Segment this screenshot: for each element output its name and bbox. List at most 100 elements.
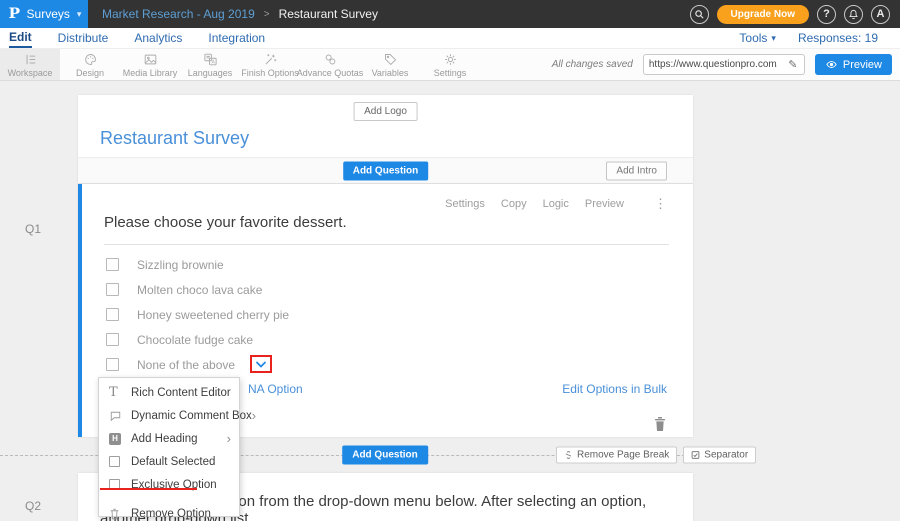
question-actions: Settings Copy Logic Preview ⋮ [445, 196, 667, 212]
toolbar-right: All changes saved ✎ Preview [552, 49, 892, 80]
settings-icon [442, 52, 459, 67]
option-checkbox[interactable] [106, 358, 119, 371]
top-bar: P Surveys ▾ Market Research - Aug 2019 >… [0, 0, 900, 28]
questionpro-logo-icon: P [8, 6, 20, 22]
upgrade-now-button[interactable]: Upgrade Now [717, 5, 809, 24]
kebab-menu-icon[interactable]: ⋮ [654, 196, 667, 212]
preview-button[interactable]: Preview [815, 54, 892, 75]
separator-button[interactable]: Separator [683, 447, 756, 464]
submenu-chevron-icon: › [252, 409, 256, 422]
tab-integration[interactable]: Integration [208, 29, 265, 47]
option-checkbox[interactable] [106, 258, 119, 271]
option-row: Sizzling brownie [104, 252, 667, 277]
option-context-menu: T Rich Content Editor Dynamic Comment Bo… [98, 377, 240, 517]
edit-options-in-bulk-link[interactable]: Edit Options in Bulk [562, 382, 667, 396]
header-add-row: Add Question Add Intro [78, 157, 693, 183]
add-question-button-top[interactable]: Add Question [343, 161, 429, 180]
option-checkbox[interactable] [106, 333, 119, 346]
nav-tabs: Edit Distribute Analytics Integration [9, 28, 265, 48]
survey-header-card: Add Logo Restaurant Survey Add Question … [78, 95, 693, 183]
menu-item-add-heading[interactable]: H Add Heading › [99, 427, 239, 450]
survey-url-group: ✎ [643, 54, 805, 75]
delete-question-button[interactable] [653, 416, 667, 437]
add-na-option-link[interactable]: NA Option [248, 382, 303, 396]
question-logic-link[interactable]: Logic [543, 198, 569, 210]
toolbar-item-design[interactable]: Design [60, 49, 120, 80]
toolbar-item-variables[interactable]: Variables [360, 49, 420, 80]
option-label[interactable]: Molten choco lava cake [137, 283, 262, 297]
tab-distribute[interactable]: Distribute [58, 29, 109, 47]
toolbar-item-finish-options[interactable]: Finish Options [240, 49, 300, 80]
chevron-down-icon: ▾ [77, 9, 82, 20]
toolbar-item-advance-quotas[interactable]: Advance Quotas [300, 49, 360, 80]
menu-item-dynamic-comment-box[interactable]: Dynamic Comment Box › [99, 404, 239, 427]
responses-count-link[interactable]: Responses: 19 [798, 31, 878, 45]
menu-item-rich-content-editor[interactable]: T Rich Content Editor [99, 381, 239, 404]
comment-icon [109, 410, 122, 422]
avatar-letter: A [877, 8, 885, 20]
add-logo-button[interactable]: Add Logo [353, 102, 418, 121]
question-number-q2: Q2 [25, 499, 41, 513]
text-icon: T [109, 385, 118, 400]
question-preview-link[interactable]: Preview [585, 198, 624, 210]
tab-edit[interactable]: Edit [9, 28, 32, 48]
nav-right: Tools ▾ Responses: 19 [739, 31, 878, 45]
option-row: Honey sweetened cherry pie [104, 302, 667, 327]
breadcrumb-current: Restaurant Survey [279, 7, 378, 21]
trash-icon [653, 416, 667, 432]
menu-item-default-selected[interactable]: Default Selected [99, 450, 239, 473]
survey-canvas: Q1 Q2 Add Logo Restaurant Survey Add Que… [0, 81, 900, 521]
question-text-q1[interactable]: Please choose your favorite dessert. [104, 214, 669, 245]
toolbar-item-workspace[interactable]: Workspace [0, 49, 60, 80]
survey-url-input[interactable] [644, 59, 782, 70]
option-label[interactable]: Chocolate fudge cake [137, 333, 253, 347]
survey-title[interactable]: Restaurant Survey [100, 128, 249, 149]
separator-checkbox-icon [691, 451, 700, 460]
remove-page-break-button[interactable]: Remove Page Break [556, 447, 677, 464]
submenu-chevron-icon: › [227, 432, 231, 445]
question-settings-link[interactable]: Settings [445, 198, 485, 210]
tools-dropdown[interactable]: Tools ▾ [739, 31, 776, 45]
account-avatar[interactable]: A [871, 5, 890, 24]
heading-icon: H [109, 433, 121, 445]
tools-label: Tools [739, 31, 767, 45]
editor-toolbar: Workspace Design Media Library A Languag… [0, 48, 900, 81]
toolbar-item-settings[interactable]: Settings [420, 49, 480, 80]
annotation-red-box [250, 355, 272, 373]
option-checkbox[interactable] [106, 283, 119, 296]
option-label[interactable]: Honey sweetened cherry pie [137, 308, 289, 322]
option-label[interactable]: None of the above [137, 358, 235, 372]
workspace-icon [22, 52, 39, 67]
variables-icon [382, 52, 399, 67]
search-icon [694, 9, 705, 20]
page-break-icon [564, 451, 573, 460]
notifications-button[interactable] [844, 5, 863, 24]
advance-quotas-icon [322, 52, 339, 67]
trash-icon [109, 508, 120, 520]
option-label[interactable]: Sizzling brownie [137, 258, 224, 272]
question-copy-link[interactable]: Copy [501, 198, 527, 210]
main-nav: Edit Distribute Analytics Integration To… [0, 28, 900, 48]
option-menu-chevron-icon[interactable] [255, 360, 267, 369]
toolbar-item-media-library[interactable]: Media Library [120, 49, 180, 80]
chevron-down-icon: ▾ [771, 33, 776, 44]
page-break-controls: Remove Page Break Separator [556, 447, 756, 464]
questionpro-survey-editor: P Surveys ▾ Market Research - Aug 2019 >… [0, 0, 900, 521]
add-question-button-middle[interactable]: Add Question [342, 446, 428, 465]
edit-url-pencil-icon[interactable]: ✎ [782, 58, 804, 71]
tab-analytics[interactable]: Analytics [134, 29, 182, 47]
option-checkbox[interactable] [106, 308, 119, 321]
search-button[interactable] [690, 5, 709, 24]
toolbar-item-languages[interactable]: A Languages [180, 49, 240, 80]
menu-item-remove-option[interactable]: Remove Option [99, 502, 239, 521]
add-intro-button[interactable]: Add Intro [606, 161, 667, 180]
menu-item-exclusive-option[interactable]: Exclusive Option [99, 473, 239, 496]
breadcrumb-parent-link[interactable]: Market Research - Aug 2019 [102, 7, 255, 21]
topbar-actions: Upgrade Now ? A [690, 5, 890, 24]
option-row: Chocolate fudge cake [104, 327, 667, 352]
help-button[interactable]: ? [817, 5, 836, 24]
preview-label: Preview [843, 59, 882, 71]
surveys-menu[interactable]: P Surveys ▾ [0, 0, 88, 28]
question-number-q1: Q1 [25, 222, 41, 236]
checkbox-icon [109, 456, 120, 467]
